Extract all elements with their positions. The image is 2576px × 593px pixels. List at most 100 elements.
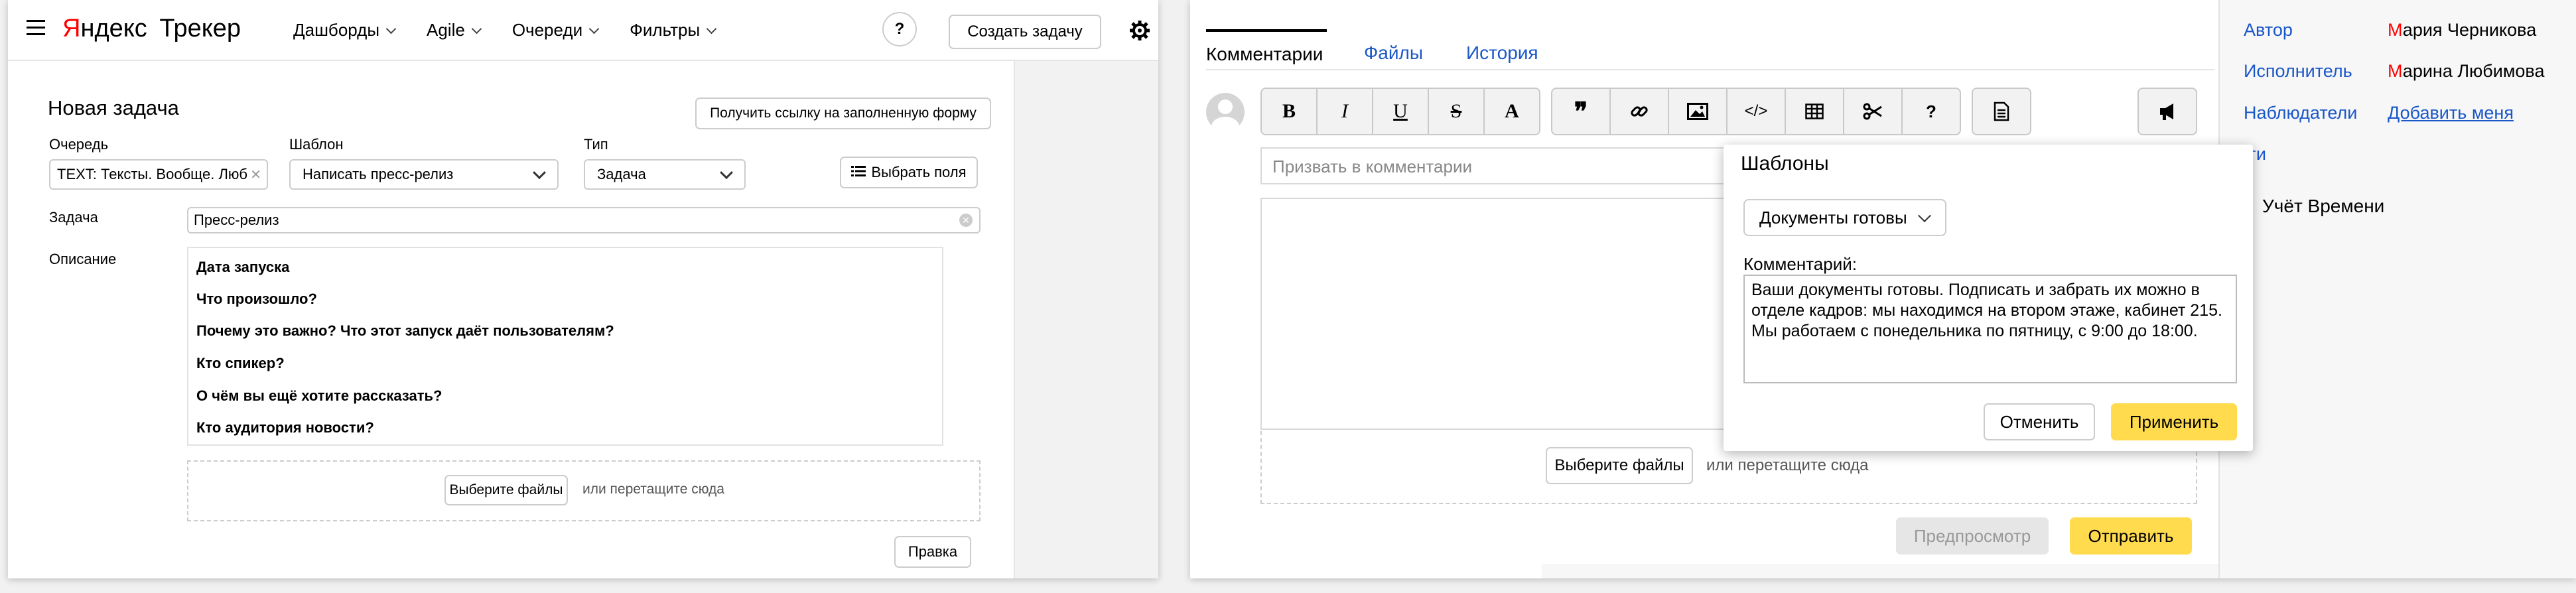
create-task-button[interactable]: Создать задачу	[949, 15, 1101, 49]
scissors-icon[interactable]	[1843, 88, 1903, 135]
avatar	[1206, 93, 1245, 131]
author-label: Автор	[2244, 20, 2293, 40]
edit-button[interactable]: Правка	[894, 536, 971, 568]
assignee-label: Исполнитель	[2244, 61, 2352, 81]
document-icon[interactable]	[1972, 88, 2031, 135]
nav-dashboards-label: Дашборды	[293, 20, 379, 40]
nav-queues-label: Очереди	[511, 20, 583, 40]
queue-select[interactable]: TEXT: Тексты. Вообще. Люб ✕	[49, 159, 268, 190]
main-nav: Дашборды Agile Очереди Фильтры	[293, 20, 717, 40]
table-icon[interactable]	[1785, 88, 1844, 135]
menu-icon[interactable]	[27, 20, 45, 36]
app-header: Яндекс Трекер Дашборды Agile Очереди Фил…	[8, 0, 1158, 61]
tab-history[interactable]: История	[1466, 42, 1538, 64]
quote-button[interactable]: ❞	[1551, 88, 1611, 135]
choose-fields-label: Выбрать поля	[871, 164, 967, 180]
strikethrough-button[interactable]: S	[1428, 88, 1485, 135]
logo-yandex-rest: ндекс	[80, 15, 147, 42]
description-line: Кто аудитория новости?	[196, 419, 374, 436]
get-link-button[interactable]: Получить ссылку на заполненную форму	[695, 98, 991, 129]
bold-button[interactable]: B	[1260, 88, 1318, 135]
tabs-divider	[1206, 69, 2214, 70]
templates-popup: Шаблоны Документы готовы Комментарий: Ва…	[1724, 145, 2253, 451]
nav-filters-label: Фильтры	[630, 20, 701, 40]
tab-files[interactable]: Файлы	[1364, 42, 1423, 64]
comment-label: Комментарий:	[1743, 254, 1857, 274]
file-dropzone[interactable]: Выберите файлы или перетащите сюда	[187, 460, 981, 521]
right-gutter	[1014, 61, 1158, 578]
type-value: Задача	[597, 166, 646, 182]
task-label: Задача	[49, 209, 98, 226]
issue-window: Автор Мария Черникова Исполнитель Марина…	[1190, 0, 2576, 578]
time-tracking-label[interactable]: Учёт Времени	[2262, 196, 2384, 217]
help-button[interactable]: ?	[882, 12, 917, 46]
image-icon[interactable]	[1668, 88, 1728, 135]
tab-comments[interactable]: Комментарии	[1206, 29, 1327, 69]
template-select[interactable]: Написать пресс-релиз	[289, 159, 559, 190]
chevron-down-icon	[533, 166, 546, 180]
nav-agile-label: Agile	[427, 20, 465, 40]
template-select-value: Документы готовы	[1759, 207, 1907, 228]
task-input-value: Пресс-релиз	[194, 212, 279, 228]
code-button[interactable]: </>	[1726, 88, 1786, 135]
text-color-button[interactable]: A	[1483, 88, 1540, 135]
link-icon[interactable]	[1609, 88, 1669, 135]
megaphone-icon[interactable]	[2137, 88, 2197, 135]
description-label: Описание	[49, 251, 117, 267]
template-label: Шаблон	[289, 136, 344, 153]
send-button[interactable]: Отправить	[2070, 517, 2192, 555]
chevron-down-icon	[706, 23, 717, 34]
templates-title: Шаблоны	[1741, 153, 1829, 174]
template-comment-textarea[interactable]: Ваши документы готовы. Подписать и забра…	[1743, 275, 2237, 383]
tab-comments-label: Комментарии	[1206, 44, 1323, 64]
author-value[interactable]: Мария Черникова	[2388, 20, 2536, 40]
summon-placeholder: Призвать в комментарии	[1272, 157, 1472, 176]
apply-button[interactable]: Применить	[2111, 403, 2237, 440]
template-select-dropdown[interactable]: Документы готовы	[1743, 199, 1946, 236]
assignee-value[interactable]: Марина Любимова	[2388, 61, 2545, 82]
clear-icon[interactable]: ✕	[250, 166, 261, 183]
description-line: О чём вы ещё хотите рассказать?	[196, 387, 442, 404]
comment-drop-hint: или перетащите сюда	[1706, 456, 1869, 474]
nav-queues[interactable]: Очереди	[511, 20, 600, 40]
drop-hint: или перетащите сюда	[582, 482, 724, 497]
bottom-gutter	[1542, 564, 2218, 578]
template-value: Написать пресс-релиз	[303, 166, 454, 182]
description-line: Кто спикер?	[196, 355, 285, 371]
cancel-button[interactable]: Отменить	[1984, 403, 2095, 440]
list-icon	[851, 164, 866, 181]
type-label: Тип	[584, 136, 608, 153]
help-format-button[interactable]: ?	[1901, 88, 1961, 135]
italic-button[interactable]: I	[1316, 88, 1373, 135]
chevron-down-icon	[588, 23, 600, 34]
nav-filters[interactable]: Фильтры	[630, 20, 717, 40]
issue-sidebar: Автор Мария Черникова Исполнитель Марина…	[2218, 0, 2576, 578]
description-line: Дата запуска	[196, 259, 290, 275]
nav-dashboards[interactable]: Дашборды	[293, 20, 397, 40]
assignee-initial: М	[2388, 61, 2403, 81]
underline-button[interactable]: U	[1372, 88, 1429, 135]
queue-label: Очередь	[49, 136, 109, 153]
gear-icon[interactable]	[1129, 20, 1150, 41]
choose-files-button[interactable]: Выберите файлы	[444, 475, 568, 505]
preview-button[interactable]: Предпросмотр	[1896, 517, 2049, 555]
yandex-logo[interactable]: Яндекс Трекер	[62, 15, 241, 43]
queue-value: TEXT: Тексты. Вообще. Люб	[57, 166, 248, 182]
form-title: Новая задача	[48, 96, 179, 119]
nav-agile[interactable]: Agile	[427, 20, 482, 40]
description-editor[interactable]: Дата запуска Что произошло? Почему это в…	[187, 247, 943, 446]
chevron-down-icon	[385, 23, 397, 34]
add-me-link[interactable]: Добавить меня	[2388, 103, 2514, 123]
clear-icon[interactable]: ✕	[959, 214, 973, 227]
author-initial: М	[2388, 20, 2403, 40]
author-name-rest: ария Черникова	[2402, 20, 2537, 40]
choose-fields-button[interactable]: Выбрать поля	[840, 157, 978, 188]
logo-product: Трекер	[159, 15, 241, 42]
chevron-down-icon	[720, 166, 733, 180]
task-input[interactable]: Пресс-релиз ✕	[187, 207, 981, 233]
screenshot-root: Яндекс Трекер Дашборды Agile Очереди Фил…	[0, 0, 2576, 593]
comment-choose-files-button[interactable]: Выберите файлы	[1546, 447, 1693, 484]
description-line: Что произошло?	[196, 291, 317, 307]
logo-ya-letter: Я	[62, 15, 81, 42]
type-select[interactable]: Задача	[584, 159, 746, 190]
